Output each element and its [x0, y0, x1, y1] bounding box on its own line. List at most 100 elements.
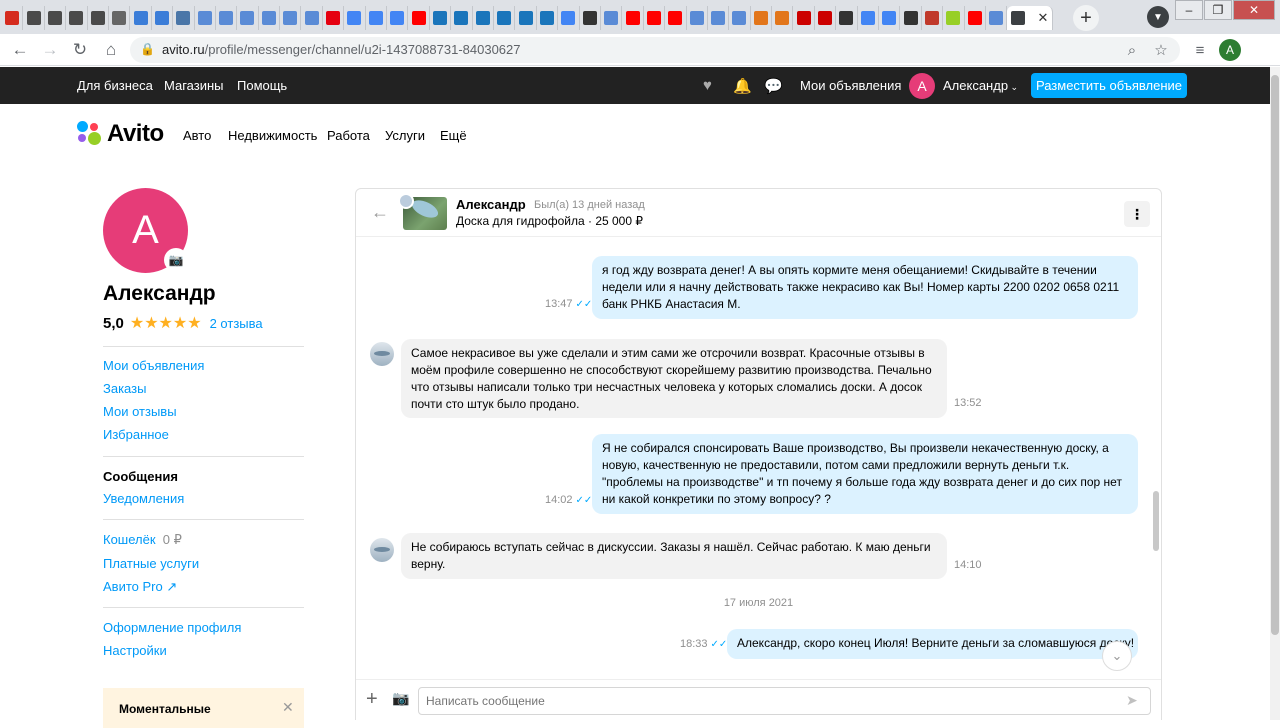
help-link[interactable]: Помощь [237, 78, 287, 93]
zoom-icon[interactable]: ⌕ [1121, 39, 1143, 61]
shops-link[interactable]: Магазины [164, 78, 224, 93]
menu-my-ads[interactable]: Мои объявления [103, 358, 204, 373]
minimize-icon[interactable]: – [1175, 0, 1203, 20]
browser-tab[interactable] [280, 6, 302, 30]
nav-realty[interactable]: Недвижимость [228, 128, 317, 143]
promo-banner[interactable]: Моментальные ✕ [103, 688, 304, 728]
browser-tab[interactable] [430, 6, 452, 30]
close-icon[interactable]: ✕ [282, 699, 294, 716]
browser-tab[interactable] [836, 6, 858, 30]
browser-tab[interactable] [237, 6, 259, 30]
browser-tab[interactable] [494, 6, 516, 30]
account-avatar[interactable]: A [1219, 39, 1241, 61]
home-icon[interactable]: ⌂ [100, 39, 122, 61]
forward-arrow-icon[interactable]: → [39, 39, 61, 61]
browser-tab[interactable] [708, 6, 730, 30]
reviews-link[interactable]: 2 отзыва [210, 316, 263, 331]
chat-partner-name[interactable]: Александр [456, 197, 526, 212]
browser-tab[interactable] [366, 6, 388, 30]
page-scrollbar-thumb[interactable] [1271, 75, 1279, 635]
send-icon[interactable]: ➤ [1126, 692, 1138, 709]
browser-tab[interactable] [344, 6, 366, 30]
browser-tab[interactable] [622, 6, 644, 30]
browser-tab[interactable] [259, 6, 281, 30]
user-menu[interactable]: Александр ⌄ [943, 78, 1018, 93]
browser-tab[interactable] [772, 6, 794, 30]
message-input[interactable] [418, 687, 1151, 715]
browser-tab[interactable] [130, 6, 152, 30]
menu-wallet[interactable]: Кошелёк 0 ₽ [103, 532, 182, 548]
browser-tab[interactable] [858, 6, 880, 30]
bookmark-star-icon[interactable]: ☆ [1150, 39, 1172, 61]
browser-tab[interactable] [473, 6, 494, 30]
back-arrow-icon[interactable]: ← [371, 202, 389, 223]
browser-tab[interactable] [580, 6, 601, 30]
menu-favorites[interactable]: Избранное [103, 427, 169, 442]
menu-paid-services[interactable]: Платные услуги [103, 556, 199, 571]
browser-tab[interactable] [66, 6, 88, 30]
item-title[interactable]: Доска для гидрофойла · 25 000 ₽ [456, 214, 643, 228]
camera-icon[interactable]: 📷 [392, 690, 409, 707]
browser-tab[interactable] [943, 6, 965, 30]
browser-tab[interactable] [387, 6, 409, 30]
nav-more[interactable]: Ещё [440, 128, 467, 143]
chat-bubble-icon[interactable]: 💬 [764, 77, 783, 95]
browser-tab[interactable] [665, 6, 687, 30]
browser-tab[interactable] [687, 6, 708, 30]
browser-tab[interactable] [515, 6, 537, 30]
browser-tab[interactable] [323, 6, 345, 30]
browser-tab[interactable] [88, 6, 109, 30]
browser-tab[interactable] [537, 6, 559, 30]
browser-tab[interactable] [793, 6, 815, 30]
reading-list-icon[interactable]: ≡ [1189, 39, 1211, 61]
browser-tab[interactable] [2, 6, 24, 30]
browser-tab[interactable] [729, 6, 751, 30]
browser-tab[interactable] [815, 6, 837, 30]
browser-tab[interactable] [558, 6, 580, 30]
browser-tab[interactable] [451, 6, 473, 30]
tab-close-icon[interactable]: ✕ [1037, 10, 1048, 26]
address-bar[interactable]: 🔒 avito.ru/profile/messenger/channel/u2i… [130, 37, 1180, 63]
avito-logo[interactable]: Avito [77, 120, 164, 148]
more-options-icon[interactable]: ⋮ [1124, 201, 1150, 227]
browser-tab[interactable] [644, 6, 666, 30]
browser-tab[interactable] [23, 6, 45, 30]
browser-tab[interactable] [900, 6, 922, 30]
maximize-icon[interactable]: ❐ [1204, 0, 1232, 20]
tab-search-icon[interactable]: ▼ [1147, 6, 1169, 28]
bell-icon[interactable]: 🔔 [733, 77, 752, 95]
plus-icon[interactable]: + [366, 688, 378, 711]
browser-tab[interactable] [216, 6, 238, 30]
new-tab-button[interactable]: + [1073, 5, 1099, 31]
chat-scrollbar[interactable] [1153, 491, 1159, 551]
heart-icon[interactable]: ♥ [703, 77, 712, 94]
post-ad-button[interactable]: Разместить объявление [1031, 73, 1187, 98]
browser-tab[interactable] [173, 6, 195, 30]
browser-tab[interactable] [408, 6, 430, 30]
menu-orders[interactable]: Заказы [103, 381, 146, 396]
browser-tab-active[interactable]: ✕ [1007, 6, 1054, 30]
browser-tab[interactable] [195, 6, 216, 30]
camera-icon[interactable]: 📷 [164, 248, 188, 272]
user-avatar[interactable]: А [909, 73, 935, 99]
browser-tab[interactable] [152, 6, 174, 30]
browser-tab[interactable] [301, 6, 323, 30]
window-close-icon[interactable]: ✕ [1233, 0, 1275, 20]
browser-tab[interactable] [879, 6, 901, 30]
browser-tab[interactable] [601, 6, 623, 30]
browser-tab[interactable] [45, 6, 67, 30]
browser-tab[interactable] [986, 6, 1008, 30]
scroll-down-icon[interactable]: ⌄ [1102, 641, 1132, 671]
reload-icon[interactable]: ↻ [69, 39, 91, 61]
nav-auto[interactable]: Авто [183, 128, 211, 143]
menu-my-reviews[interactable]: Мои отзывы [103, 404, 177, 419]
browser-tab[interactable] [751, 6, 773, 30]
browser-tab[interactable] [109, 6, 131, 30]
menu-messages[interactable]: Сообщения [103, 469, 178, 484]
browser-tab[interactable] [922, 6, 944, 30]
my-ads-link[interactable]: Мои объявления [800, 78, 901, 93]
menu-avito-pro[interactable]: Авито Pro ↗ [103, 579, 177, 595]
for-business-link[interactable]: Для бизнеса [77, 78, 153, 93]
back-arrow-icon[interactable]: ← [9, 39, 31, 61]
nav-jobs[interactable]: Работа [327, 128, 370, 143]
